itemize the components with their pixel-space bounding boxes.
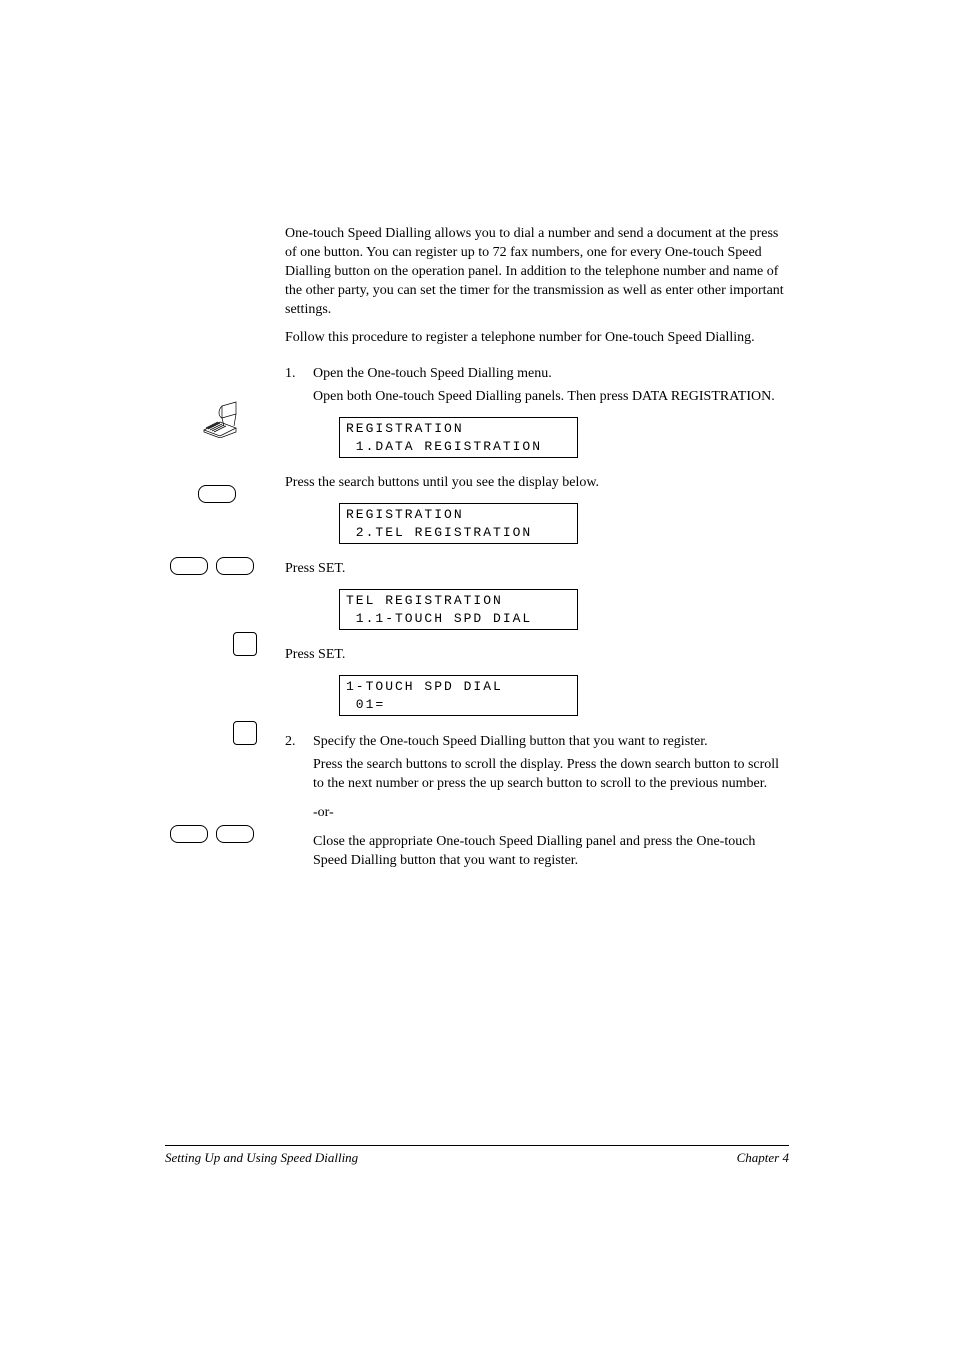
footer-left: Setting Up and Using Speed Dialling <box>165 1150 358 1166</box>
device-icon <box>200 400 240 443</box>
step-2-or: -or- <box>313 804 789 823</box>
set-button-icon-2 <box>233 721 257 745</box>
page-footer: Setting Up and Using Speed Dialling Chap… <box>165 1146 789 1166</box>
step-2-number: 2. <box>285 734 313 750</box>
step-1-number: 1. <box>285 366 313 382</box>
step-1: 1. Open the One-touch Speed Dialling men… <box>285 366 789 382</box>
step-1-sub3: Press SET. <box>285 560 789 579</box>
step-2: 2. Specify the One-touch Speed Dialling … <box>285 734 789 750</box>
footer-right: Chapter 4 <box>737 1150 789 1166</box>
lcd-display-3: TEL REGISTRATION 1.1-TOUCH SPD DIAL <box>339 589 578 630</box>
lcd-display-4: 1-TOUCH SPD DIAL 01= <box>339 675 578 716</box>
set-button-icon-1 <box>233 632 257 656</box>
lcd-display-2: REGISTRATION 2.TEL REGISTRATION <box>339 503 578 544</box>
step-1-title: Open the One-touch Speed Dialling menu. <box>313 366 789 382</box>
step-2-sub1: Press the search buttons to scroll the d… <box>313 756 789 794</box>
step-1-sub1: Open both One-touch Speed Dialling panel… <box>313 388 789 407</box>
step-2-sub2: Close the appropriate One-touch Speed Di… <box>313 833 789 871</box>
oval-button-icon <box>198 485 236 508</box>
step-2-title: Specify the One-touch Speed Dialling but… <box>313 734 789 750</box>
intro-p1: One-touch Speed Dialling allows you to d… <box>285 225 789 319</box>
step-1-sub4: Press SET. <box>285 646 789 665</box>
search-buttons-icon <box>170 557 254 575</box>
lcd-display-1: REGISTRATION 1.DATA REGISTRATION <box>339 417 578 458</box>
step-1-sub2: Press the search buttons until you see t… <box>285 474 789 493</box>
search-buttons-icon-2 <box>170 825 254 843</box>
intro-p2: Follow this procedure to register a tele… <box>285 329 789 348</box>
